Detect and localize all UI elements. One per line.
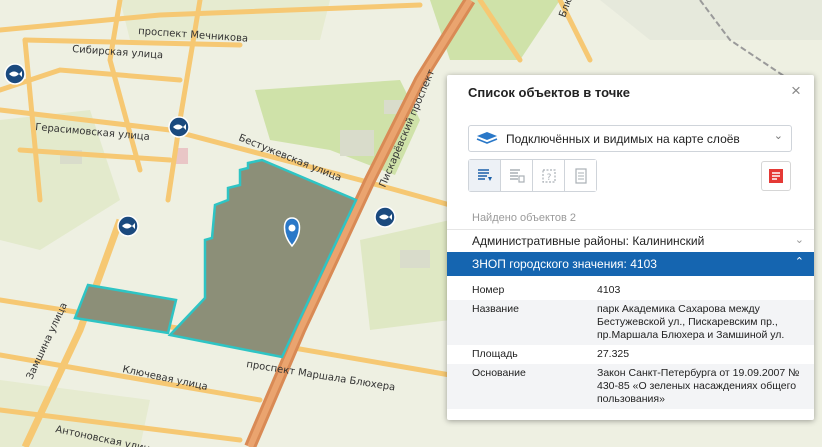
table-icon: [509, 168, 525, 183]
property-row: Площадь 27.325: [447, 345, 814, 364]
layers-icon: [475, 131, 499, 150]
svg-text:?: ?: [546, 173, 551, 183]
property-key: Номер: [472, 284, 505, 296]
fish-marker-icon[interactable]: [117, 215, 139, 237]
document-button[interactable]: [565, 160, 596, 191]
properties-table: Номер 4103 Название парк Академика Сахар…: [447, 281, 814, 409]
pdf-export-button[interactable]: [761, 161, 791, 191]
property-value: 4103: [597, 284, 621, 296]
property-key: Название: [472, 303, 519, 315]
chevron-up-icon: ⌃: [794, 256, 804, 268]
objects-found-count: Найдено объектов 2: [472, 212, 577, 224]
pdf-export-icon: [769, 169, 783, 183]
building: [340, 130, 374, 156]
fish-marker-icon[interactable]: [374, 206, 396, 228]
property-value: 27.325: [597, 348, 630, 360]
group-label: ЗНОП городского значения: 4103: [472, 257, 657, 271]
fish-marker-icon[interactable]: [168, 116, 190, 138]
property-row: Название парк Академика Сахарова между Б…: [447, 300, 814, 345]
document-icon: [574, 167, 587, 184]
close-icon[interactable]: ×: [786, 81, 806, 101]
panel-title: Список объектов в точке: [468, 85, 630, 100]
property-key: Площадь: [472, 348, 518, 360]
group-row-admin-district[interactable]: Административные районы: Калининский ⌄: [447, 229, 814, 253]
group-row-znop[interactable]: ЗНОП городского значения: 4103 ⌃: [447, 252, 814, 276]
fish-marker-icon[interactable]: [4, 63, 26, 85]
property-row: Номер 4103: [447, 281, 814, 300]
building: [400, 250, 430, 268]
property-key: Основание: [472, 367, 526, 379]
list-filter-button[interactable]: [469, 160, 501, 191]
layer-filter-select[interactable]: Подключённых и видимых на карте слоёв ⌄: [468, 125, 792, 152]
table-view-button[interactable]: [501, 160, 533, 191]
help-button[interactable]: ?: [533, 160, 565, 191]
property-value: парк Академика Сахарова между Бестужевск…: [597, 303, 785, 341]
objects-at-point-panel: Список объектов в точке × Подключённых и…: [447, 75, 814, 420]
property-row: Основание Закон Санкт-Петербурга от 19.0…: [447, 364, 814, 409]
group-label: Административные районы: Калининский: [472, 234, 705, 248]
chevron-down-icon: ⌄: [794, 234, 804, 246]
property-value: Закон Санкт-Петербурга от 19.09.2007 № 4…: [597, 367, 800, 405]
chevron-down-icon: ⌄: [773, 130, 783, 142]
view-toolbar: ?: [468, 159, 597, 192]
list-filter-icon: [477, 168, 492, 181]
layer-filter-value: Подключённых и видимых на карте слоёв: [506, 132, 740, 146]
help-icon: ?: [541, 168, 556, 183]
